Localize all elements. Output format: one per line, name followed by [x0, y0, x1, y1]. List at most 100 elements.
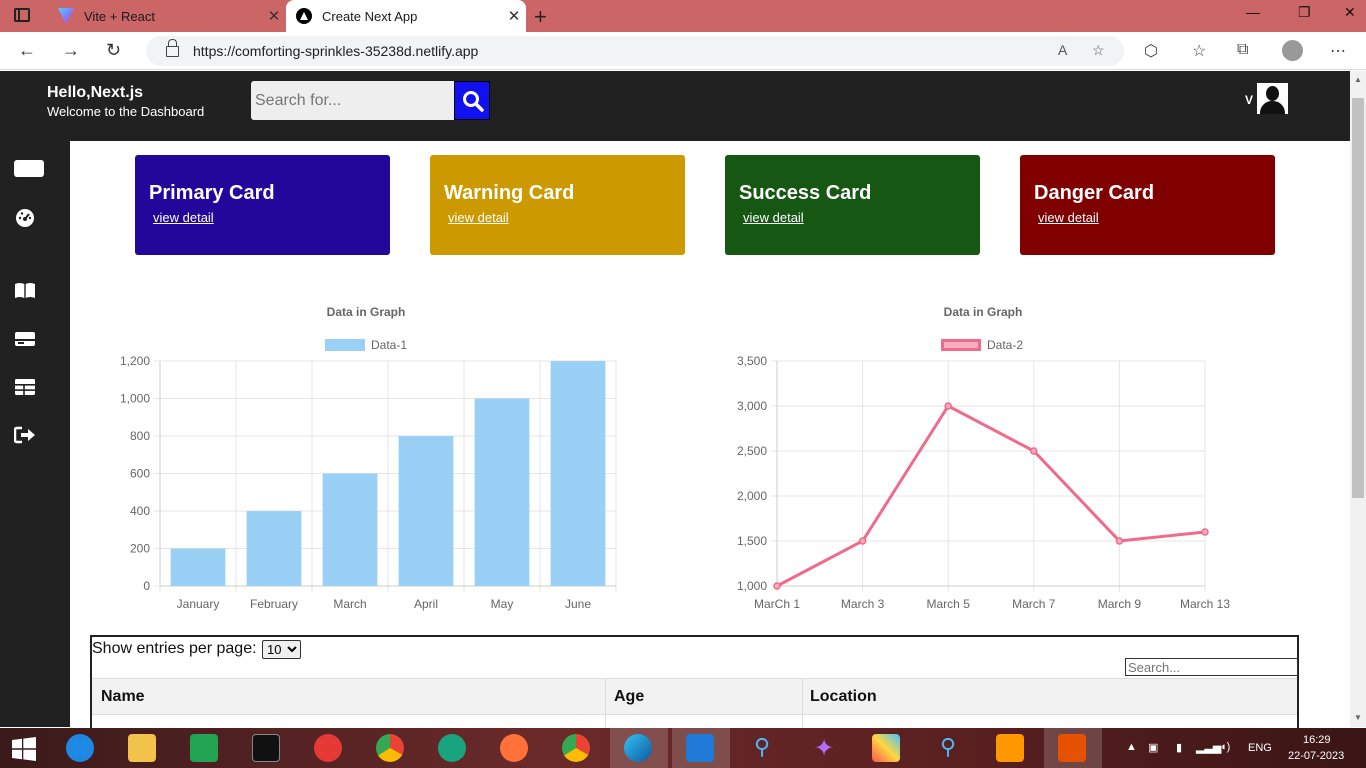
scroll-down-icon[interactable]: ▼: [1354, 713, 1362, 722]
y-tick-label: 200: [130, 542, 150, 556]
column-header-location[interactable]: Location: [810, 688, 877, 706]
language-indicator[interactable]: ENG: [1248, 742, 1272, 754]
bar: [474, 398, 530, 586]
y-tick-label: 3,500: [737, 354, 767, 368]
chatgpt-icon[interactable]: [438, 734, 466, 762]
media-player-icon[interactable]: [314, 734, 342, 762]
bar: [550, 361, 606, 586]
page-scrollbar[interactable]: ▲ ▼: [1350, 71, 1366, 727]
browser-tab-bar: Vite + React ✕ Create Next App ✕ + — ❐ ✕: [0, 0, 1366, 32]
clock-date[interactable]: 22-07-2023: [1288, 750, 1344, 762]
sidebar: [0, 141, 70, 727]
x-tick-label: MarCh 1: [754, 597, 800, 611]
sublime-icon[interactable]: [996, 734, 1024, 762]
battery-icon[interactable]: ▮: [1176, 741, 1182, 754]
y-tick-label: 2,000: [737, 489, 767, 503]
scrollbar-thumb[interactable]: [1352, 98, 1364, 498]
bar-chart: 0 200 400 600 800 1,000 1,200 January February Ma…: [120, 354, 617, 611]
windows-start-icon[interactable]: [12, 737, 36, 761]
lock-icon: [166, 39, 179, 57]
browser-tab-vite[interactable]: Vite + React ✕: [48, 0, 286, 32]
table-icon[interactable]: [14, 377, 36, 397]
window-close-icon[interactable]: ✕: [1344, 4, 1356, 21]
card-icon[interactable]: [14, 329, 36, 349]
x-tick-label: March 7: [1012, 597, 1056, 611]
forward-icon[interactable]: →: [62, 40, 80, 61]
view-detail-link[interactable]: view detail: [153, 210, 214, 225]
firefox-icon[interactable]: [500, 734, 528, 762]
data-point: [858, 537, 867, 545]
tab-actions-icon[interactable]: [14, 8, 30, 22]
view-detail-link[interactable]: view detail: [743, 210, 804, 225]
data-point: [1115, 537, 1124, 545]
internet-explorer-icon[interactable]: [66, 734, 94, 762]
y-tick-label: 800: [130, 429, 150, 443]
restore-icon[interactable]: ❐: [1298, 4, 1311, 21]
color-picker-icon[interactable]: [872, 734, 900, 762]
y-tick-label: 600: [130, 467, 150, 481]
vscode-icon[interactable]: [686, 734, 714, 762]
x-tick-label: March: [333, 597, 366, 611]
card-title: Success Card: [739, 182, 872, 204]
app-icon[interactable]: [1058, 734, 1086, 762]
id-card-icon[interactable]: [14, 159, 44, 179]
entries-per-page-select[interactable]: 10: [262, 640, 301, 659]
view-detail-link[interactable]: view detail: [448, 210, 509, 225]
store-icon[interactable]: [190, 734, 218, 762]
collections-icon[interactable]: ⧉: [1237, 41, 1248, 59]
favorites-icon[interactable]: ☆: [1192, 41, 1206, 61]
search-icon: [463, 91, 484, 112]
user-avatar[interactable]: [1257, 83, 1288, 114]
card-title: Warning Card: [444, 182, 575, 204]
tab-close-icon[interactable]: ✕: [502, 7, 526, 25]
profile-avatar[interactable]: [1282, 40, 1303, 61]
back-icon[interactable]: ←: [18, 40, 36, 61]
danger-card: Danger Card view detail: [1020, 155, 1275, 255]
browser-tab-next[interactable]: Create Next App ✕: [286, 0, 526, 32]
column-header-name[interactable]: Name: [101, 688, 145, 706]
brand-subtitle: Welcome to the Dashboard: [47, 104, 205, 119]
tray-chevron-icon[interactable]: ▲: [1126, 741, 1137, 753]
logout-icon[interactable]: [14, 425, 36, 445]
signal-icon[interactable]: ▂▃▅: [1196, 741, 1221, 754]
x-tick-label: May: [491, 597, 514, 611]
chrome-icon[interactable]: [376, 734, 404, 762]
line-chart: 1,000 1,500 2,000 2,500 3,000 3,500 MarCh 1 Mar…: [737, 354, 1230, 611]
column-header-age[interactable]: Age: [614, 688, 644, 706]
chrome-profile-icon[interactable]: [562, 734, 590, 762]
edge-icon[interactable]: [624, 734, 652, 762]
url-field[interactable]: https://comforting-sprinkles-35238d.netl…: [146, 36, 1124, 66]
bar: [398, 436, 454, 586]
x-tick-label: June: [565, 597, 591, 611]
y-tick-label: 2,500: [737, 444, 767, 458]
view-detail-link[interactable]: view detail: [1038, 210, 1099, 225]
dashboard-gauge-icon[interactable]: [14, 208, 36, 228]
terminal-icon[interactable]: [252, 734, 280, 762]
more-menu-icon[interactable]: ⋯: [1330, 41, 1346, 61]
minimize-icon[interactable]: —: [1246, 4, 1260, 20]
tab-close-icon[interactable]: ✕: [262, 7, 286, 25]
new-tab-icon[interactable]: +: [534, 4, 547, 30]
success-card: Success Card view detail: [725, 155, 980, 255]
data-point: [773, 582, 781, 590]
scroll-up-icon[interactable]: ▲: [1354, 75, 1362, 84]
file-explorer-icon[interactable]: [128, 734, 156, 762]
search-alt-icon[interactable]: ⚲: [934, 734, 962, 762]
refresh-icon[interactable]: ↻: [106, 40, 121, 61]
book-icon[interactable]: [14, 281, 36, 301]
network-icon[interactable]: ▣: [1148, 741, 1158, 754]
volume-icon[interactable]: ◖): [1220, 741, 1230, 753]
clock-time[interactable]: 16:29: [1303, 734, 1331, 746]
search-icon[interactable]: ⚲: [748, 734, 776, 762]
y-tick-label: 1,500: [737, 534, 767, 548]
favorite-add-icon[interactable]: ☆: [1092, 42, 1105, 59]
url-text: https://comforting-sprinkles-35238d.netl…: [193, 43, 479, 59]
read-aloud-icon[interactable]: A: [1058, 42, 1067, 58]
bar: [246, 511, 302, 586]
user-initial: V: [1245, 93, 1254, 107]
extensions-icon[interactable]: ⬡: [1144, 41, 1158, 61]
sparkle-icon[interactable]: ✦: [810, 734, 838, 762]
search-input[interactable]: [251, 81, 454, 120]
search-button[interactable]: [454, 81, 490, 120]
table-search-input[interactable]: [1125, 658, 1298, 676]
